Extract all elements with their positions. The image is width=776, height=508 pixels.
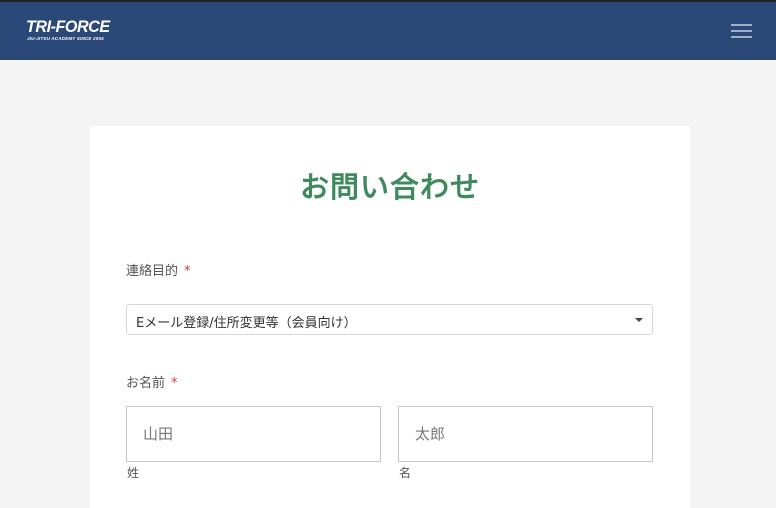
last-name-sublabel: 姓 — [127, 466, 140, 480]
logo-title: TRI-FORCE — [26, 17, 110, 36]
required-mark: * — [184, 264, 191, 279]
site-header: TRI-FORCE JIU-JITSU ACADEMY SINCE 2004 — [0, 0, 776, 60]
name-label: お名前 * — [126, 372, 178, 391]
last-name-input[interactable] — [126, 406, 381, 462]
logo-tagline: JIU-JITSU ACADEMY SINCE 2004 — [27, 36, 104, 41]
purpose-label: 連絡目的 * — [126, 260, 191, 279]
first-name-sublabel: 名 — [399, 466, 412, 480]
contact-form-card: お問い合わせ 連絡目的 * Eメール登録/住所変更等（会員向け） お名前 * 姓 名 — [90, 126, 690, 508]
purpose-select[interactable]: Eメール登録/住所変更等（会員向け） — [126, 304, 653, 335]
purpose-label-text: 連絡目的 — [126, 264, 179, 279]
first-name-input[interactable] — [398, 406, 653, 462]
chevron-down-icon — [635, 318, 643, 322]
site-logo[interactable]: TRI-FORCE JIU-JITSU ACADEMY SINCE 2004 — [26, 18, 114, 42]
purpose-select-value: Eメール登録/住所変更等（会員向け） — [136, 316, 357, 331]
name-label-text: お名前 — [126, 376, 166, 391]
page-title: お問い合わせ — [299, 170, 480, 204]
hamburger-menu-icon[interactable] — [729, 22, 754, 40]
required-mark: * — [171, 376, 178, 391]
